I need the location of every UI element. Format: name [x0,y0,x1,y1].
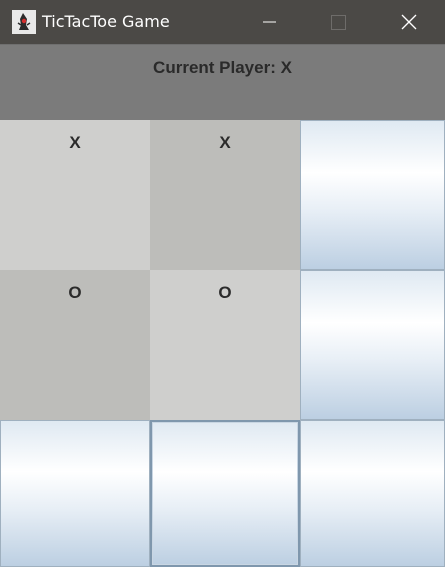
cell-1-1[interactable]: O [150,270,300,420]
app-window: TicTacToe Game Current Player: X X X O O [0,0,445,567]
status-panel: Current Player: X [0,44,445,120]
cell-2-0[interactable] [0,420,150,567]
close-icon [401,14,417,30]
minimize-button[interactable] [245,0,293,44]
java-duke-icon [12,10,36,34]
window-title: TicTacToe Game [42,12,170,31]
cell-1-2[interactable] [300,270,445,420]
minimize-icon [263,21,276,23]
game-board: X X O O [0,120,445,567]
maximize-icon [331,15,346,30]
cell-2-1[interactable] [150,420,300,567]
title-bar[interactable]: TicTacToe Game [0,0,445,44]
cell-0-0[interactable]: X [0,120,150,270]
cell-0-1[interactable]: X [150,120,300,270]
maximize-button[interactable] [314,0,362,44]
cell-2-2[interactable] [300,420,445,567]
cell-1-0[interactable]: O [0,270,150,420]
current-player-label: Current Player: X [153,58,292,77]
cell-0-2[interactable] [300,120,445,270]
close-button[interactable] [385,0,433,44]
